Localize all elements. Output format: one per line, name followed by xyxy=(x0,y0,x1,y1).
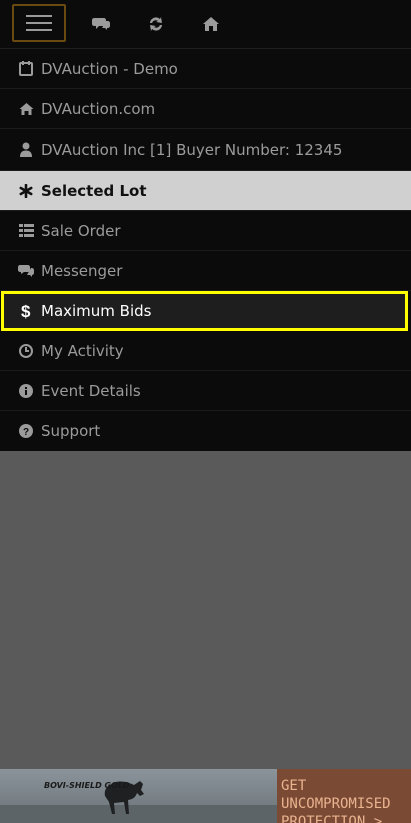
menu-item-label: Messenger xyxy=(41,261,123,280)
menu-item-sale-order[interactable]: Sale Order xyxy=(0,211,411,251)
user-icon xyxy=(18,142,34,158)
page-overlay[interactable] xyxy=(0,455,411,769)
menu-item-label: Selected Lot xyxy=(41,181,147,200)
menu-item-label: Sale Order xyxy=(41,221,121,240)
menu-item-label: My Activity xyxy=(41,341,124,360)
menu-toggle-button[interactable] xyxy=(12,4,66,42)
menu-item-selected-lot[interactable]: Selected Lot xyxy=(0,171,411,211)
asterisk-icon xyxy=(18,183,34,199)
top-navbar xyxy=(0,0,411,49)
chat-icon[interactable] xyxy=(91,14,111,34)
menu-item-maximum-bids[interactable]: $ Maximum Bids xyxy=(1,291,408,331)
side-menu: DVAuction - Demo DVAuction.com DVAuction… xyxy=(0,49,411,451)
advertisement-banner[interactable]: BOVI-SHIELD GOLD GET UNCOMPROMISED PROTE… xyxy=(0,769,411,823)
ad-image: BOVI-SHIELD GOLD xyxy=(0,769,277,823)
help-icon: ? xyxy=(18,423,34,439)
ad-cta-line2: PROTECTION > xyxy=(281,814,383,823)
menu-item-event[interactable]: DVAuction - Demo xyxy=(0,49,411,89)
home-icon[interactable] xyxy=(201,14,221,34)
home-icon xyxy=(18,101,34,117)
menu-item-label: Maximum Bids xyxy=(41,302,152,320)
dollar-icon: $ xyxy=(18,303,34,319)
clock-icon xyxy=(18,343,34,359)
menu-item-label: DVAuction - Demo xyxy=(41,59,178,78)
ad-cta[interactable]: GET UNCOMPROMISED PROTECTION > xyxy=(277,769,411,823)
ad-cta-line1: GET UNCOMPROMISED xyxy=(281,778,391,812)
calendar-icon xyxy=(18,61,34,77)
refresh-icon[interactable] xyxy=(146,14,166,34)
chat-icon xyxy=(18,263,34,279)
menu-item-label: Event Details xyxy=(41,381,141,400)
svg-text:$: $ xyxy=(21,303,31,319)
menu-item-my-activity[interactable]: My Activity xyxy=(0,331,411,371)
svg-text:?: ? xyxy=(23,427,29,438)
menu-item-website[interactable]: DVAuction.com xyxy=(0,89,411,129)
menu-item-support[interactable]: ? Support xyxy=(0,411,411,451)
menu-item-label: Support xyxy=(41,422,101,440)
ad-brand-text: BOVI-SHIELD GOLD xyxy=(44,781,130,790)
info-icon xyxy=(18,383,34,399)
menu-item-label: DVAuction Inc [1] Buyer Number: 12345 xyxy=(41,140,343,159)
menu-item-label: DVAuction.com xyxy=(41,99,156,118)
menu-item-messenger[interactable]: Messenger xyxy=(0,251,411,291)
list-icon xyxy=(18,223,34,239)
menu-item-event-details[interactable]: Event Details xyxy=(0,371,411,411)
menu-item-account[interactable]: DVAuction Inc [1] Buyer Number: 12345 xyxy=(0,129,411,171)
